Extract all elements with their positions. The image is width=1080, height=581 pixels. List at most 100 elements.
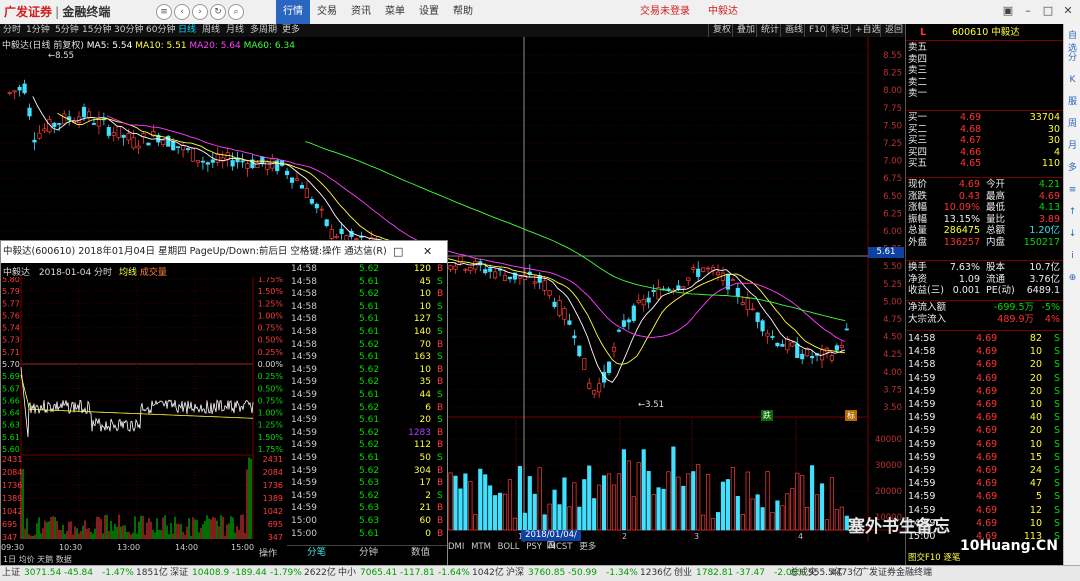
- mark-badge[interactable]: 标: [845, 410, 857, 421]
- tab-more[interactable]: 更多: [577, 542, 598, 552]
- menu-trade[interactable]: 交易: [310, 0, 344, 24]
- maximize-icon[interactable]: □: [1040, 3, 1056, 19]
- tab-psy[interactable]: PSY: [524, 542, 544, 552]
- intraday-volume-tick: 1389: [2, 494, 22, 503]
- period-30min[interactable]: 30分钟: [114, 24, 143, 37]
- kline-candle: [686, 277, 691, 282]
- period-1min[interactable]: 1分钟: [26, 24, 50, 37]
- app-logo: 广发证券 | 金融终端: [4, 5, 111, 19]
- menu-quote[interactable]: 行情: [276, 0, 310, 24]
- side-icon[interactable]: ↑: [1066, 206, 1079, 219]
- quote-tick-price: 4.69: [976, 425, 998, 437]
- side-icon[interactable]: 自选: [1066, 30, 1079, 54]
- index-name: 中小: [338, 568, 357, 578]
- side-icon[interactable]: 周: [1066, 118, 1079, 131]
- down-badge[interactable]: 跌: [761, 410, 773, 421]
- buy-price: 4.68: [960, 123, 982, 135]
- title-stock-name: 中毅达: [708, 6, 738, 17]
- volume-bar: [780, 505, 785, 531]
- side-icon[interactable]: ↓: [1066, 228, 1079, 241]
- stat-value-2: 150217: [1023, 237, 1060, 248]
- menu-menu[interactable]: 菜单: [378, 0, 412, 24]
- refresh-icon[interactable]: ↻: [210, 4, 226, 20]
- side-icon[interactable]: ≡: [1066, 184, 1079, 197]
- quote-bottom-label[interactable]: 图交F10 逐笔: [908, 551, 960, 563]
- tab-boll[interactable]: BOLL: [496, 542, 522, 552]
- popup-titlebar[interactable]: 中毅达(600610) 2018年01月04日 星期四 PageUp/Down:…: [1, 241, 447, 263]
- search-icon[interactable]: ⌕: [228, 4, 244, 20]
- period-more[interactable]: 更多: [282, 24, 300, 37]
- minimize-icon[interactable]: –: [1020, 3, 1036, 19]
- intraday-popup[interactable]: 中毅达(600610) 2018年01月04日 星期四 PageUp/Down:…: [0, 240, 448, 567]
- popup-tabs: 分笔 分钟 数值: [287, 545, 447, 560]
- quote-tick-row: 14:59 4.69 24 S: [906, 465, 1064, 477]
- period-multi[interactable]: 多周期: [250, 24, 277, 37]
- stat-label-2: 最低: [986, 202, 1006, 214]
- period-5min[interactable]: 5分钟: [55, 24, 79, 37]
- stats-button[interactable]: 统计: [756, 24, 783, 37]
- period-daily[interactable]: 日线: [178, 24, 196, 37]
- price-tick: 3.50: [883, 403, 902, 413]
- side-icon[interactable]: ⊕: [1066, 272, 1079, 285]
- close-icon[interactable]: ✕: [1060, 3, 1076, 19]
- back-icon[interactable]: ‹: [174, 4, 190, 20]
- popup-bottom-info: 1日 均价 天鹅 数据: [3, 555, 72, 564]
- volume-bar: [686, 473, 691, 531]
- popup-tick-row: 14:59 5.62 6 B: [287, 402, 447, 415]
- popup-tab-minutes[interactable]: 分钟: [359, 546, 378, 560]
- menu-help[interactable]: 帮助: [446, 0, 480, 24]
- period-intraday[interactable]: 分时: [3, 24, 21, 37]
- popup-maximize-icon[interactable]: □: [393, 241, 403, 263]
- volume-tick: 40000: [875, 435, 902, 445]
- period-60min[interactable]: 60分钟: [146, 24, 175, 37]
- popup-close-icon[interactable]: ✕: [423, 241, 432, 263]
- side-icon[interactable]: 多: [1066, 162, 1079, 175]
- side-icon[interactable]: i: [1066, 250, 1079, 263]
- tick-volume: 60: [419, 516, 431, 526]
- tick-time: 14:59: [291, 390, 317, 400]
- popup-tab-values[interactable]: 数值: [411, 546, 430, 560]
- menu-settings[interactable]: 设置: [412, 0, 446, 24]
- tick-price: 5.61: [359, 276, 380, 287]
- trade-status[interactable]: 交易未登录: [640, 0, 690, 24]
- adjust-button[interactable]: 复权: [708, 24, 735, 37]
- volume-bar: [715, 512, 721, 531]
- popup-tab-ticks[interactable]: 分笔: [307, 546, 326, 560]
- draw-button[interactable]: 画线: [780, 24, 807, 37]
- quote-tick-direction: S: [1053, 412, 1060, 424]
- intraday-chart[interactable]: 5.80 1.75% 5.79 1.50% 5.77 1.25% 5.76 1.00% 5.74…: [1, 277, 285, 552]
- side-icon[interactable]: K: [1066, 74, 1079, 87]
- popup-operate-button[interactable]: 操作: [259, 546, 277, 559]
- side-icon[interactable]: 分: [1066, 52, 1079, 65]
- side-icon[interactable]: 月: [1066, 140, 1079, 153]
- kline-candle: [280, 160, 285, 166]
- tick-time: 14:59: [291, 364, 317, 375]
- volume-bar: [572, 482, 577, 531]
- period-15min[interactable]: 15分钟: [82, 24, 111, 37]
- tab-dmi[interactable]: DMI: [446, 542, 466, 552]
- tick-time: 14:59: [291, 453, 317, 463]
- tab-mcst[interactable]: MCST: [547, 542, 575, 552]
- kline-candle: [488, 268, 493, 272]
- mark-button[interactable]: 标记: [826, 24, 853, 37]
- quote-tick-volume: 10: [1029, 399, 1042, 410]
- volume-bar: [493, 495, 498, 531]
- return-button[interactable]: 返回: [880, 24, 907, 37]
- side-icon[interactable]: 服: [1066, 96, 1079, 109]
- tab-mtm[interactable]: MTM: [469, 542, 493, 552]
- quote-tick-time: 14:59: [908, 465, 936, 476]
- tick-time: 14:58: [291, 289, 317, 300]
- menu-news[interactable]: 资讯: [344, 0, 378, 24]
- overlay-button[interactable]: 叠加: [732, 24, 759, 37]
- period-weekly[interactable]: 周线: [202, 24, 220, 37]
- kline-candle: [532, 281, 537, 284]
- tick-direction: S: [437, 390, 443, 400]
- ma60-label: MA60: 6.34: [243, 41, 295, 51]
- period-monthly[interactable]: 月线: [226, 24, 244, 37]
- kline-candle: [37, 132, 42, 139]
- menu-icon[interactable]: ≡: [156, 4, 172, 20]
- skin-icon[interactable]: ▣: [1000, 3, 1016, 19]
- forward-icon[interactable]: ›: [192, 4, 208, 20]
- kline-candle: [121, 134, 126, 138]
- popup-minimize-icon[interactable]: –: [365, 241, 371, 263]
